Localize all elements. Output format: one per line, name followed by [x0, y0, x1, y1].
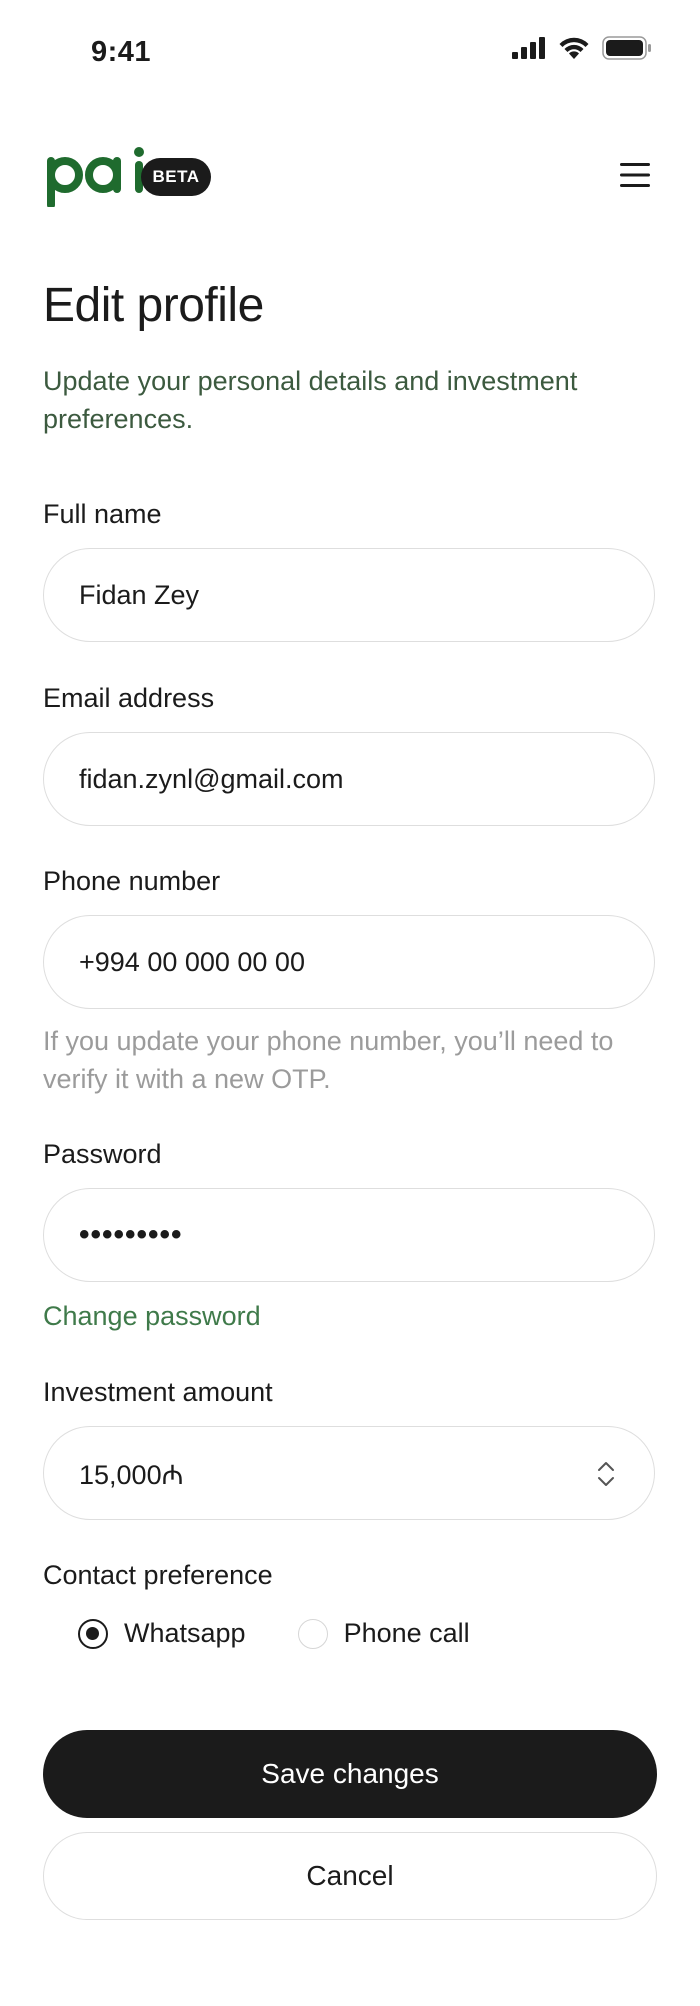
password-input[interactable]: ••••••••• [43, 1188, 655, 1282]
signal-icon [512, 37, 545, 59]
status-icons [512, 36, 652, 60]
page-title: Edit profile [43, 279, 264, 332]
wifi-icon [559, 37, 589, 59]
full-name-value: Fidan Zey [79, 579, 200, 610]
page-subtitle: Update your personal details and investm… [43, 366, 578, 434]
chevron-updown-icon [598, 1462, 614, 1486]
radio-unchecked-icon [297, 1618, 328, 1649]
cancel-button[interactable]: Cancel [43, 1832, 657, 1920]
radio-whatsapp-label: Whatsapp [124, 1618, 246, 1648]
phone-input[interactable]: +994 00 000 00 00 [43, 915, 655, 1009]
save-changes-button[interactable]: Save changes [43, 1730, 657, 1818]
full-name-label: Full name [43, 499, 162, 529]
battery-icon [602, 36, 651, 60]
phone-hint: If you update your phone number, you’ll … [43, 1026, 614, 1094]
email-input[interactable]: fidan.zynl@gmail.com [43, 732, 655, 826]
investment-value: 15,000₼ [79, 1459, 184, 1490]
email-label: Email address [43, 683, 215, 713]
hamburger-menu-icon[interactable] [618, 162, 652, 188]
status-time: 9:41 [91, 36, 152, 68]
email-value: fidan.zynl@gmail.com [79, 763, 344, 794]
beta-badge: BETA [141, 158, 211, 196]
phone-label: Phone number [43, 866, 221, 896]
radio-phone-call[interactable]: Phone call [297, 1618, 470, 1649]
change-password-link[interactable]: Change password [43, 1301, 261, 1332]
full-name-input[interactable]: Fidan Zey [43, 548, 655, 642]
contact-preference-label: Contact preference [43, 1560, 273, 1590]
investment-label: Investment amount [43, 1377, 273, 1407]
radio-whatsapp[interactable]: Whatsapp [78, 1618, 246, 1649]
radio-phone-call-label: Phone call [343, 1618, 470, 1648]
investment-select[interactable]: 15,000₼ [43, 1426, 655, 1520]
phone-value: +994 00 000 00 00 [79, 946, 305, 977]
password-label: Password [43, 1139, 162, 1169]
contact-preference-group: Whatsapp Phone call [78, 1618, 470, 1649]
password-value: ••••••••• [79, 1218, 183, 1251]
radio-checked-icon [78, 1618, 108, 1649]
